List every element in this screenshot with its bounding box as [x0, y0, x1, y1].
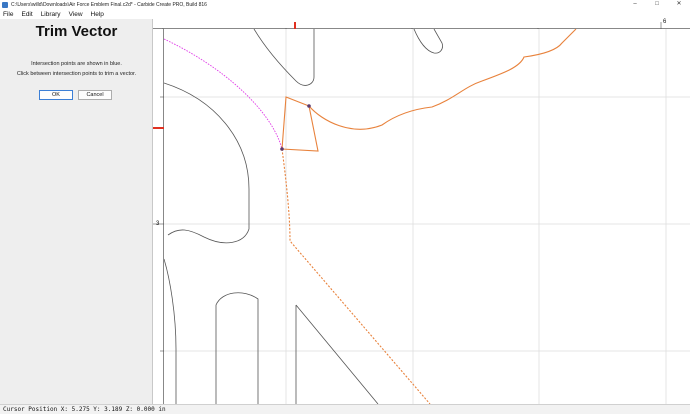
minimize-button[interactable]: – [624, 0, 646, 9]
app-icon [2, 1, 8, 8]
menu-view[interactable]: View [69, 11, 83, 18]
ruler-y-marker [153, 127, 164, 129]
window-title: C:\Users\willd\Downloads\Air Force Emble… [11, 1, 207, 8]
panel-instruction-2: Click between intersection points to tri… [16, 71, 137, 77]
canvas-drawing[interactable] [164, 29, 690, 404]
intersection-point-lower[interactable] [280, 147, 284, 151]
cancel-button[interactable]: Cancel [78, 90, 112, 100]
window-controls: – □ ✕ [624, 0, 690, 9]
emblem-wing-tip [253, 29, 315, 86]
status-bar: Cursor Position X: 5.275 Y: 3.189 Z: 0.0… [0, 404, 690, 414]
trim-vector-panel: Trim Vector Intersection points are show… [0, 19, 153, 404]
selected-vectors[interactable] [281, 29, 577, 404]
menu-help[interactable]: Help [91, 11, 104, 18]
intersection-point-upper[interactable] [307, 104, 311, 108]
panel-title: Trim Vector [35, 23, 118, 40]
menu-file[interactable]: File [3, 11, 13, 18]
menu-bar: File Edit Library View Help [0, 9, 690, 19]
letter-stem-left [164, 258, 177, 404]
ok-button[interactable]: OK [39, 90, 73, 100]
menu-library[interactable]: Library [41, 11, 61, 18]
grid-lines [164, 29, 690, 404]
design-canvas[interactable] [164, 29, 690, 404]
maximize-button[interactable]: □ [646, 0, 668, 9]
left-ruler: 3 [153, 29, 164, 404]
close-button[interactable]: ✕ [668, 0, 690, 9]
emblem-outline-arc [164, 82, 250, 244]
highlighted-arc-vector[interactable] [164, 38, 283, 150]
left-ruler-ticks [153, 96, 164, 352]
top-ruler: 6 [153, 19, 690, 32]
panel-instruction-1: Intersection points are shown in blue. [31, 61, 122, 67]
emblem-small-tab [413, 29, 443, 54]
ruler-label-6: 6 [663, 19, 667, 25]
menu-edit[interactable]: Edit [21, 11, 32, 18]
letter-stem-right [215, 292, 259, 404]
selected-triangle [281, 96, 319, 152]
selected-diagonal-trim [281, 148, 431, 404]
title-bar: C:\Users\willd\Downloads\Air Force Emble… [0, 0, 690, 9]
cursor-position-readout: Cursor Position X: 5.275 Y: 3.189 Z: 0.0… [3, 406, 166, 413]
ruler-label-3: 3 [156, 221, 160, 227]
diagonal-stroke [295, 304, 379, 404]
vector-shapes[interactable] [164, 29, 443, 404]
